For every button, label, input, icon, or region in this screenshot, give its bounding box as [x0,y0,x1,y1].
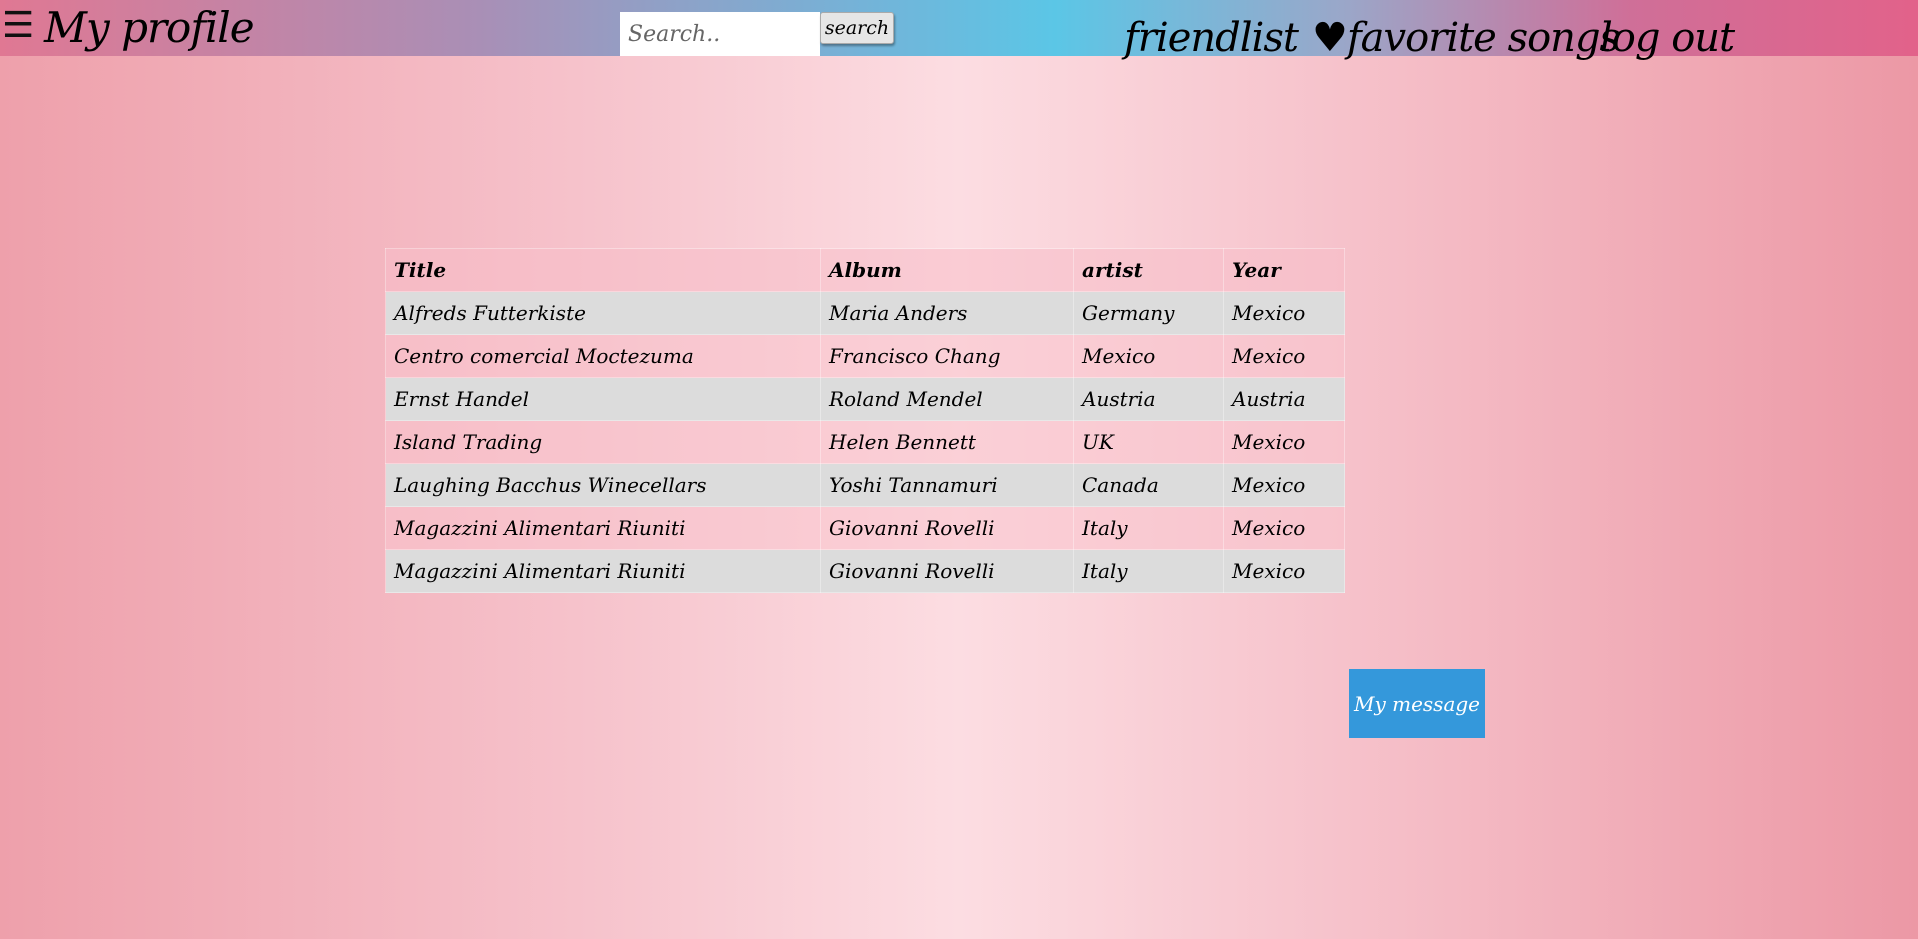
songs-table: Title Album artist Year Alfreds Futterki… [385,248,1345,593]
search-button[interactable]: search [820,12,894,44]
nav-link-favorite-songs[interactable]: ♥favorite songs [1312,14,1620,62]
table-row: Laughing Bacchus Winecellars Yoshi Tanna… [385,463,1345,507]
table-header-row: Title Album artist Year [385,248,1345,292]
cell-artist: Canada [1073,463,1224,507]
cell-year: Austria [1223,377,1345,421]
table-row: Magazzini Alimentari Riuniti Giovanni Ro… [385,506,1345,550]
cell-year: Mexico [1223,420,1345,464]
cell-album: Maria Anders [820,291,1074,335]
table-row: Alfreds Futterkiste Maria Anders Germany… [385,291,1345,335]
cell-artist: Austria [1073,377,1224,421]
column-header-title: Title [385,248,821,292]
cell-title: Magazzini Alimentari Riuniti [385,506,821,550]
cell-year: Mexico [1223,334,1345,378]
my-message-button[interactable]: My message [1349,669,1485,738]
cell-year: Mexico [1223,291,1345,335]
cell-album: Yoshi Tannamuri [820,463,1074,507]
cell-title: Island Trading [385,420,821,464]
table-row: Centro comercial Moctezuma Francisco Cha… [385,334,1345,378]
cell-title: Ernst Handel [385,377,821,421]
cell-year: Mexico [1223,506,1345,550]
cell-title: Centro comercial Moctezuma [385,334,821,378]
cell-album: Helen Bennett [820,420,1074,464]
cell-artist: Mexico [1073,334,1224,378]
nav-link-friendlist[interactable]: friendlist [1124,14,1299,62]
cell-artist: UK [1073,420,1224,464]
table-row: Magazzini Alimentari Riuniti Giovanni Ro… [385,549,1345,593]
nav-link-log-out[interactable]: log out [1600,14,1735,62]
cell-album: Roland Mendel [820,377,1074,421]
column-header-album: Album [820,248,1074,292]
cell-title: Magazzini Alimentari Riuniti [385,549,821,593]
cell-album: Giovanni Rovelli [820,549,1074,593]
page-title[interactable]: My profile [44,4,255,52]
cell-artist: Italy [1073,549,1224,593]
cell-album: Giovanni Rovelli [820,506,1074,550]
cell-artist: Italy [1073,506,1224,550]
cell-title: Laughing Bacchus Winecellars [385,463,821,507]
search-input[interactable] [620,12,820,56]
cell-album: Francisco Chang [820,334,1074,378]
column-header-artist: artist [1073,248,1224,292]
cell-title: Alfreds Futterkiste [385,291,821,335]
cell-year: Mexico [1223,463,1345,507]
table-row: Ernst Handel Roland Mendel Austria Austr… [385,377,1345,421]
cell-artist: Germany [1073,291,1224,335]
table-row: Island Trading Helen Bennett UK Mexico [385,420,1345,464]
column-header-year: Year [1223,248,1345,292]
cell-year: Mexico [1223,549,1345,593]
top-navigation-bar: ☰ My profile search friendlist ♥favorite… [0,0,1918,61]
hamburger-menu-icon[interactable]: ☰ [2,6,34,46]
